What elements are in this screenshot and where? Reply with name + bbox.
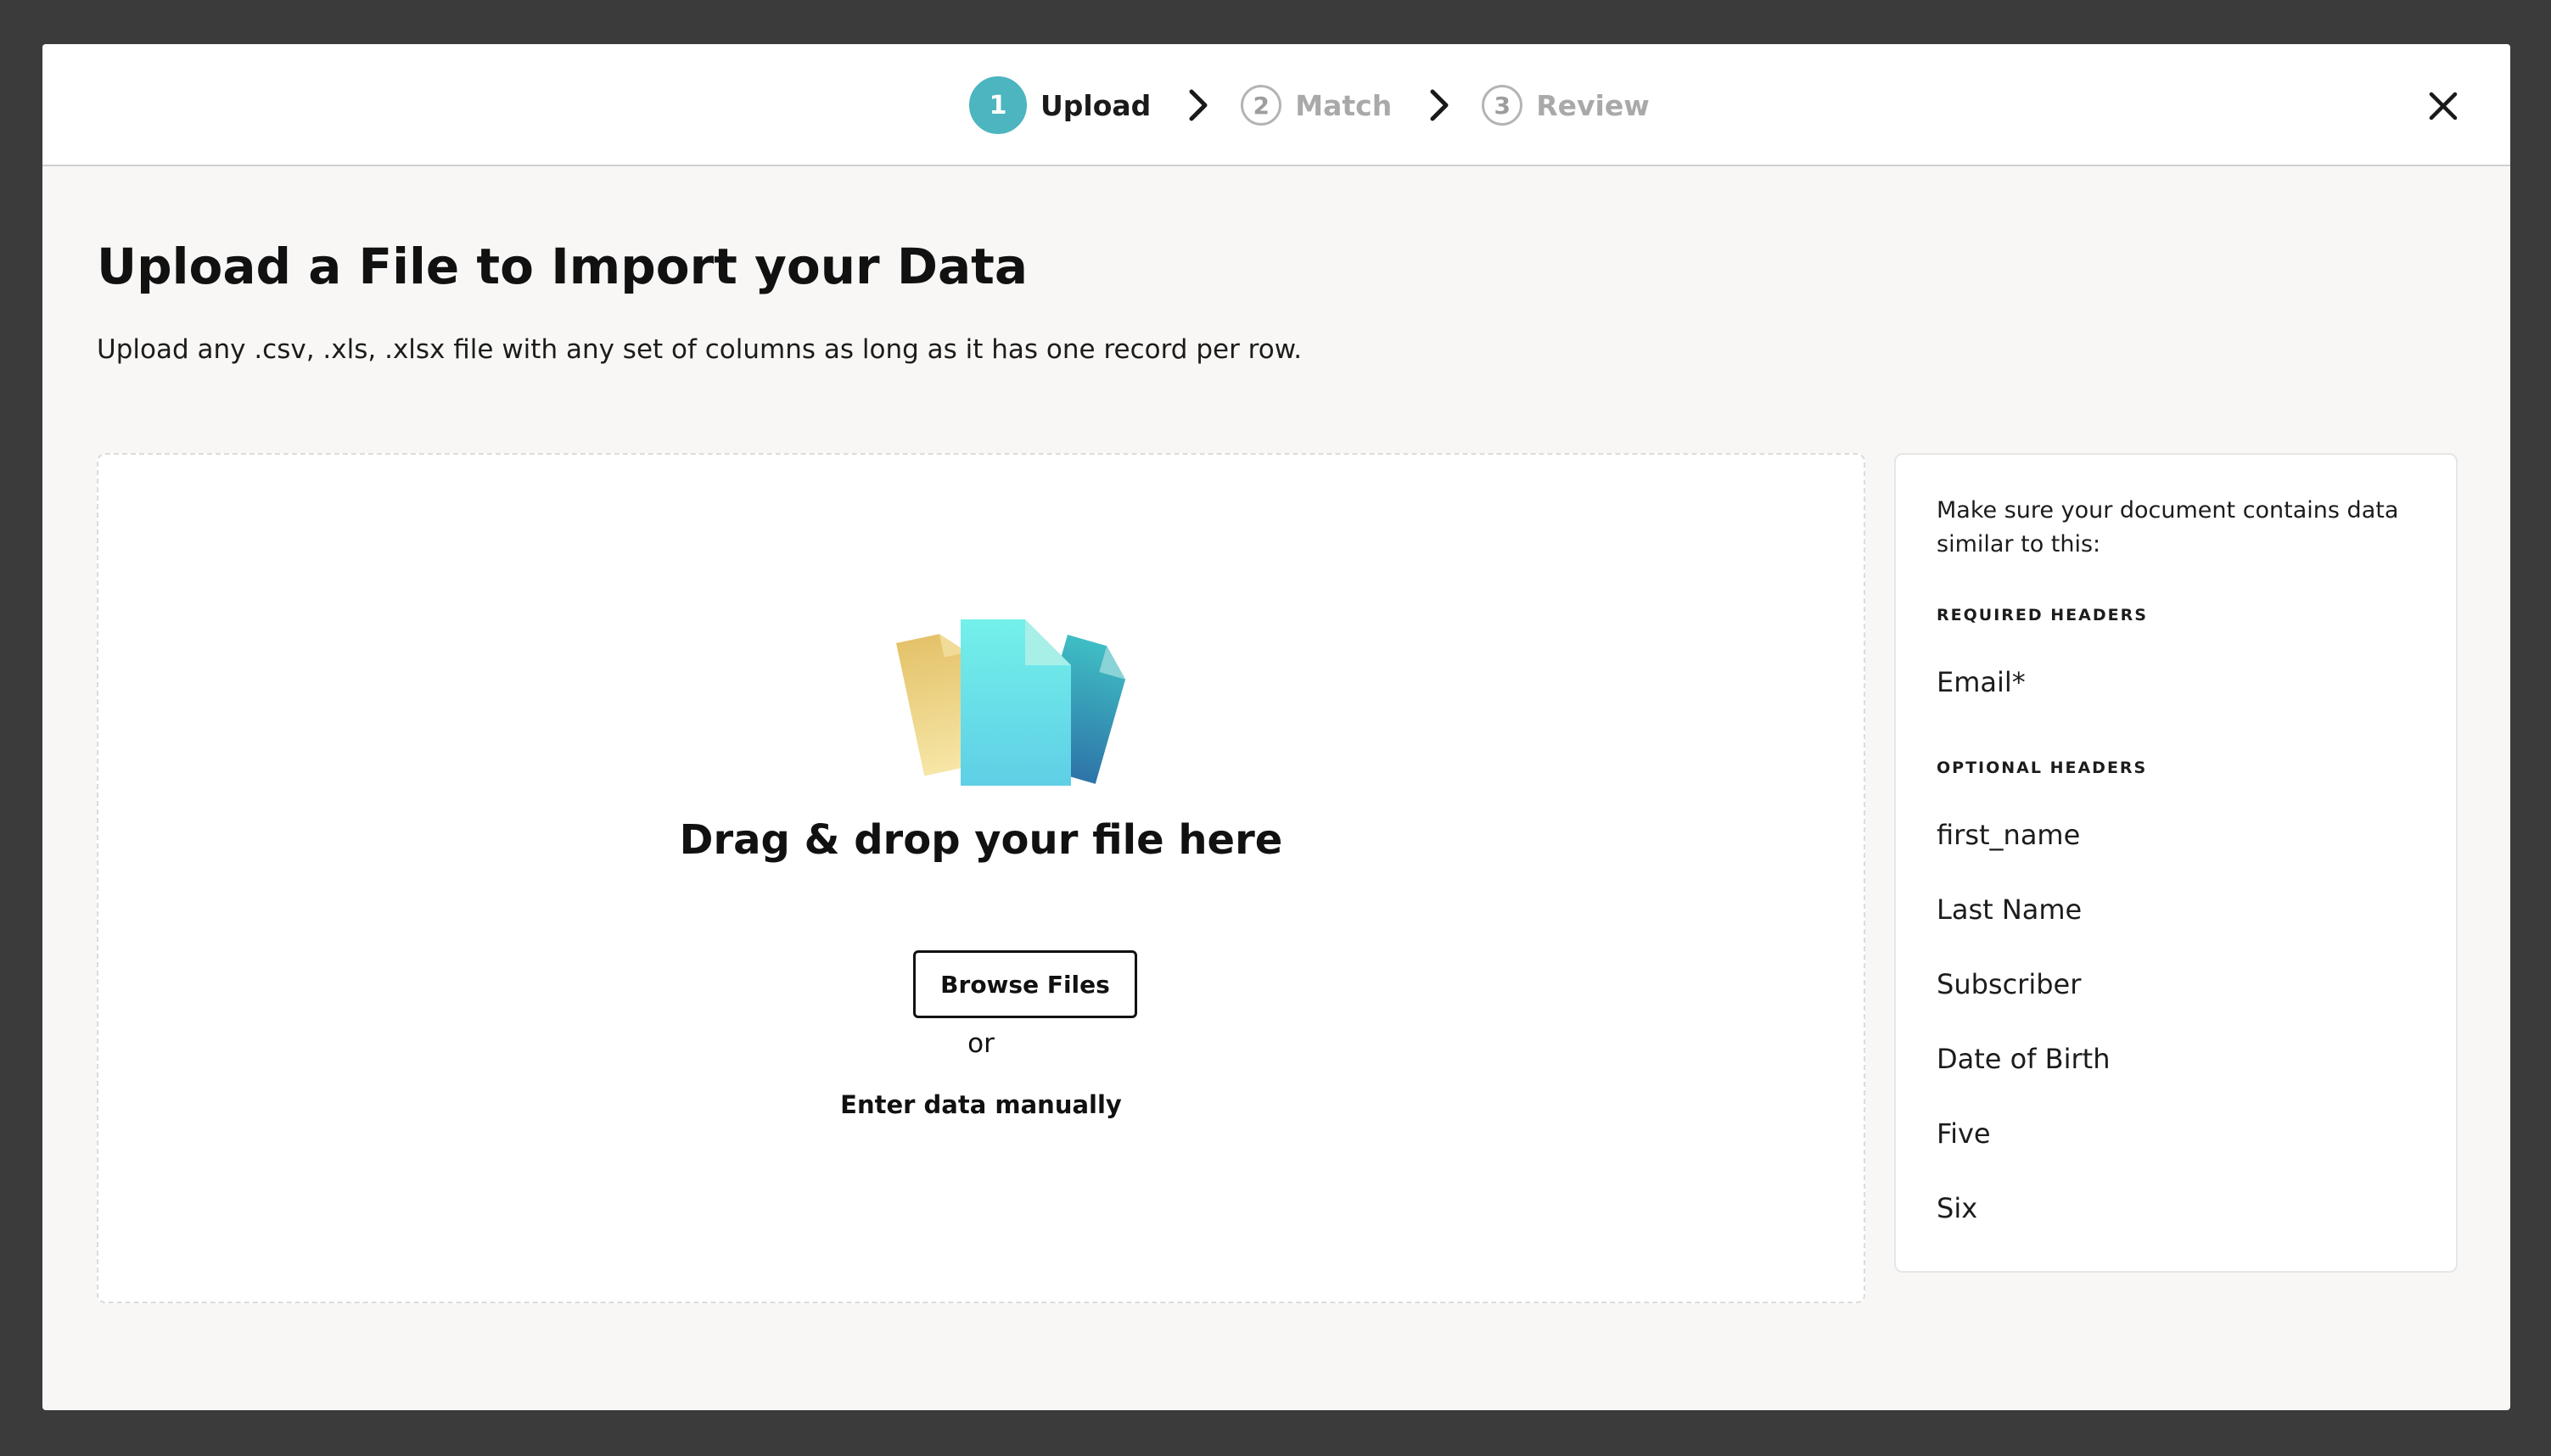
step-match[interactable]: 2 Match <box>1241 85 1392 126</box>
import-modal: 1 Upload 2 Match 3 Review Upload a File … <box>42 44 2510 1410</box>
page-title: Upload a File to Import your Data <box>97 238 1028 295</box>
required-headers-label: REQUIRED HEADERS <box>1937 606 2148 624</box>
required-header-item: Email* <box>1937 666 2026 698</box>
page-subtitle: Upload any .csv, .xls, .xlsx file with a… <box>97 334 1303 365</box>
stepper: 1 Upload 2 Match 3 Review <box>969 76 1650 134</box>
file-dropzone[interactable]: Drag & drop your file here Browse Files … <box>97 453 1865 1303</box>
enter-data-manually-link[interactable]: Enter data manually <box>98 1086 1864 1123</box>
step-label: Upload <box>1040 88 1152 122</box>
chevron-right-icon <box>1175 76 1222 134</box>
optional-header-item: first_name <box>1937 819 2081 851</box>
step-number: 3 <box>1482 85 1523 126</box>
or-separator: or <box>967 1028 995 1059</box>
step-upload[interactable]: 1 Upload <box>969 76 1151 134</box>
optional-header-item: Six <box>1937 1192 1978 1224</box>
step-label: Match <box>1295 88 1393 122</box>
files-illustration <box>896 619 1126 786</box>
optional-headers-label: OPTIONAL HEADERS <box>1937 759 2148 777</box>
optional-header-item: Five <box>1937 1117 1991 1150</box>
modal-header: 1 Upload 2 Match 3 Review <box>42 44 2510 166</box>
panel-intro: Make sure your document contains data si… <box>1937 497 2399 557</box>
browse-files-button[interactable]: Browse Files <box>913 950 1137 1018</box>
step-number: 2 <box>1241 85 1282 126</box>
step-review[interactable]: 3 Review <box>1482 85 1650 126</box>
chevron-right-icon <box>1416 76 1463 134</box>
dropzone-title: Drag & drop your file here <box>679 816 1283 864</box>
headers-panel: Make sure your document contains data si… <box>1894 453 2458 1273</box>
step-number: 1 <box>969 76 1027 134</box>
close-button[interactable] <box>2419 81 2468 131</box>
optional-header-item: Subscriber <box>1937 968 2082 1000</box>
close-icon <box>2429 92 2458 120</box>
optional-header-item: Last Name <box>1937 893 2083 926</box>
step-label: Review <box>1536 88 1650 122</box>
optional-header-item: Date of Birth <box>1937 1043 2111 1075</box>
